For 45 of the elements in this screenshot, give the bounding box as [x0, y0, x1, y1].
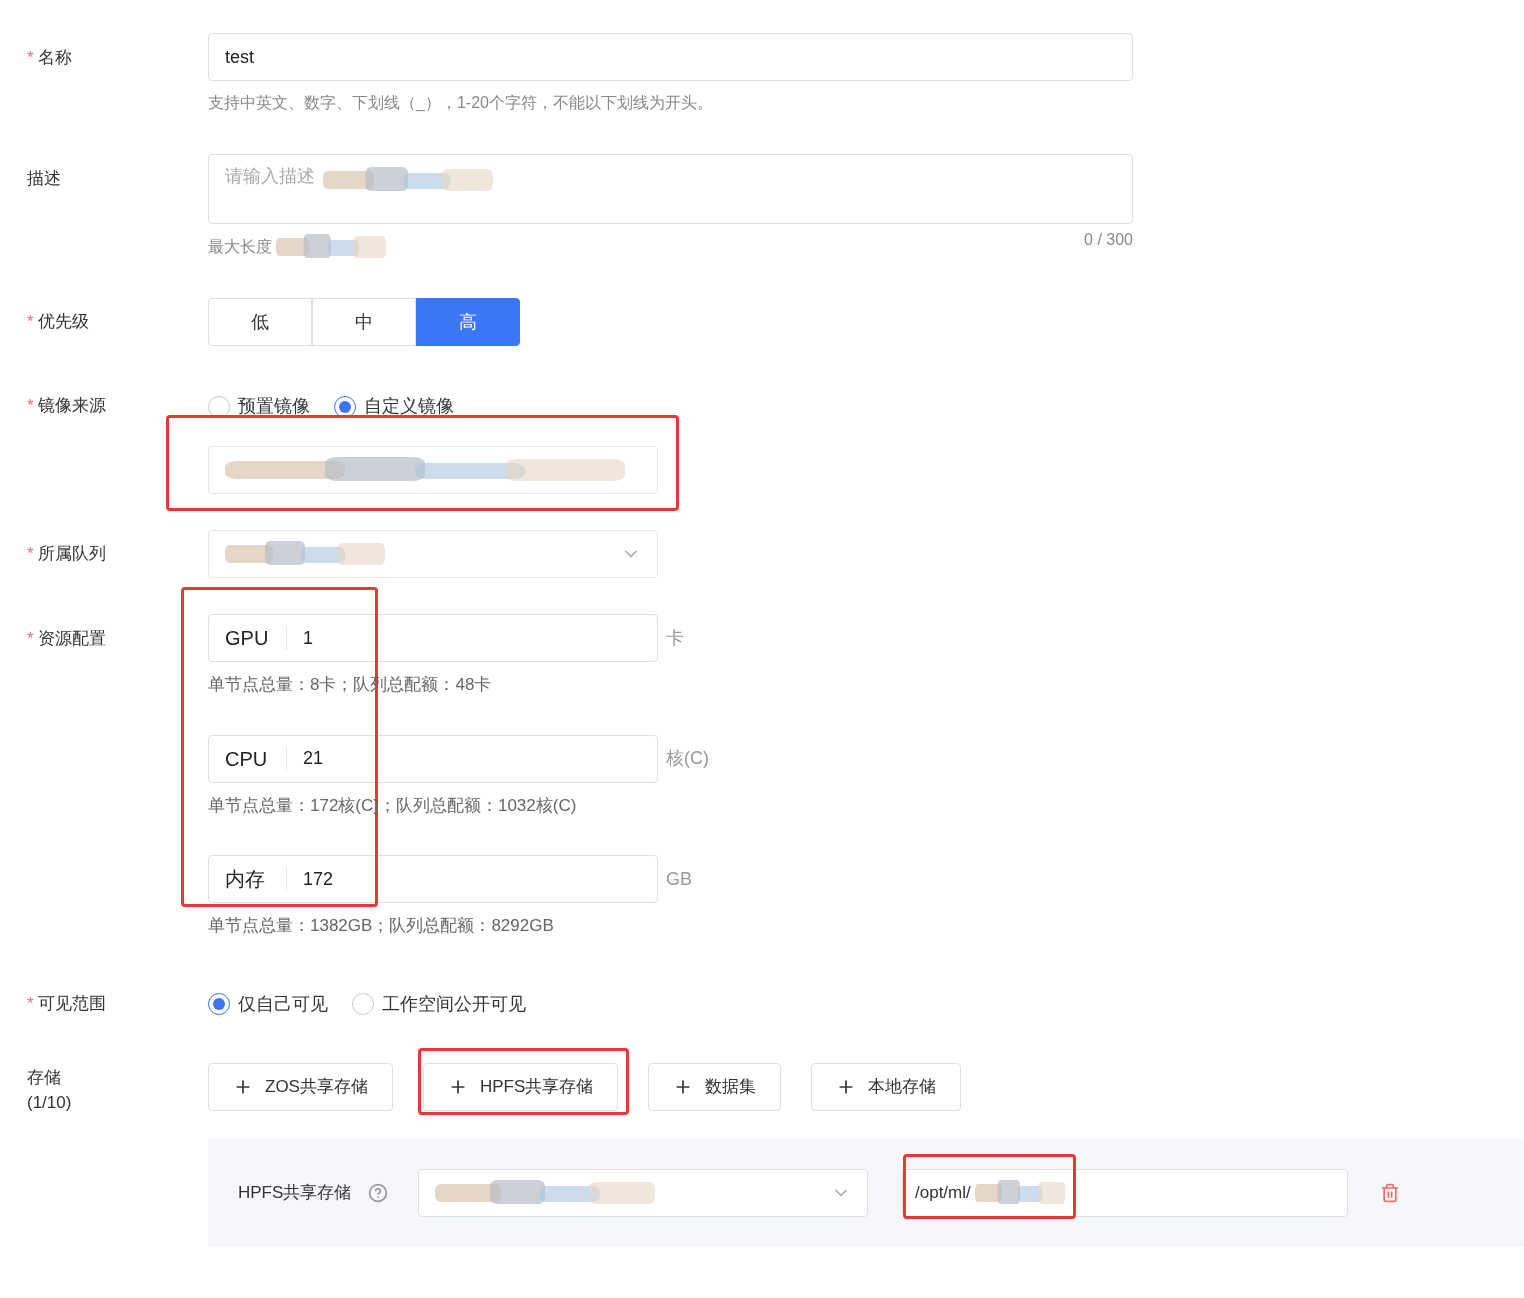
resource-input[interactable]: GPU 1	[208, 614, 658, 662]
required-mark: *	[27, 993, 34, 1016]
required-mark: *	[27, 47, 34, 69]
field-label: 镜像来源	[37, 395, 106, 417]
radio-label: 自定义镜像	[364, 395, 454, 418]
priority-option[interactable]: 低	[208, 298, 312, 346]
add-storage-button[interactable]: ZOS共享存储	[208, 1062, 393, 1111]
field-label: 资源配置	[37, 628, 106, 650]
field-label: 可见范围	[37, 993, 106, 1016]
required-mark: *	[27, 543, 34, 566]
character-counter: 0 / 300	[1084, 230, 1133, 250]
storage-count: (1/10)	[27, 1092, 73, 1114]
mount-path-input[interactable]: /opt/ml/	[902, 1168, 1348, 1217]
field-label: 描述	[27, 168, 61, 190]
storage-select[interactable]	[418, 1168, 868, 1217]
unit-text: GB	[666, 867, 692, 891]
storage-type-label: HPFS共享存储	[238, 1181, 353, 1204]
help-icon	[368, 1182, 388, 1203]
priority-option[interactable]: 中	[312, 298, 416, 346]
resource-input[interactable]: 内存 172	[208, 855, 658, 903]
field-label: 存储	[27, 1066, 62, 1089]
field-label: 名称	[37, 47, 72, 69]
add-storage-button[interactable]: 数据集	[648, 1062, 782, 1111]
add-storage-button[interactable]: HPFS共享存储	[422, 1062, 619, 1111]
delete-icon[interactable]	[1380, 1182, 1400, 1203]
placeholder-text: 请输入描述	[225, 165, 315, 188]
add-storage-button[interactable]: 本地存储	[811, 1062, 962, 1111]
resource-input[interactable]: CPU 21	[208, 734, 658, 783]
radio-label: 工作空间公开可见	[382, 992, 526, 1016]
unit-text: 核(C)	[666, 747, 709, 770]
required-mark: *	[27, 395, 34, 417]
queue-select[interactable]	[208, 530, 658, 578]
radio-label: 仅自己可见	[238, 992, 328, 1016]
radio-label: 预置镜像	[238, 395, 310, 418]
field-label: 所属队列	[37, 543, 106, 566]
priority-option[interactable]: 高	[416, 298, 520, 346]
hint-text: 单节点总量：1382GB；队列总配额：8292GB	[208, 915, 555, 937]
field-label: 优先级	[37, 311, 89, 334]
required-mark: *	[27, 628, 34, 650]
unit-text: 卡	[666, 626, 684, 650]
image-input[interactable]	[208, 446, 658, 494]
hint-text: 最大长度	[208, 237, 272, 257]
required-mark: *	[27, 311, 34, 334]
name-input[interactable]: test	[208, 33, 1133, 81]
hint-text: 支持中英文、数字、下划线（_），1-20个字符，不能以下划线为开头。	[208, 93, 714, 113]
